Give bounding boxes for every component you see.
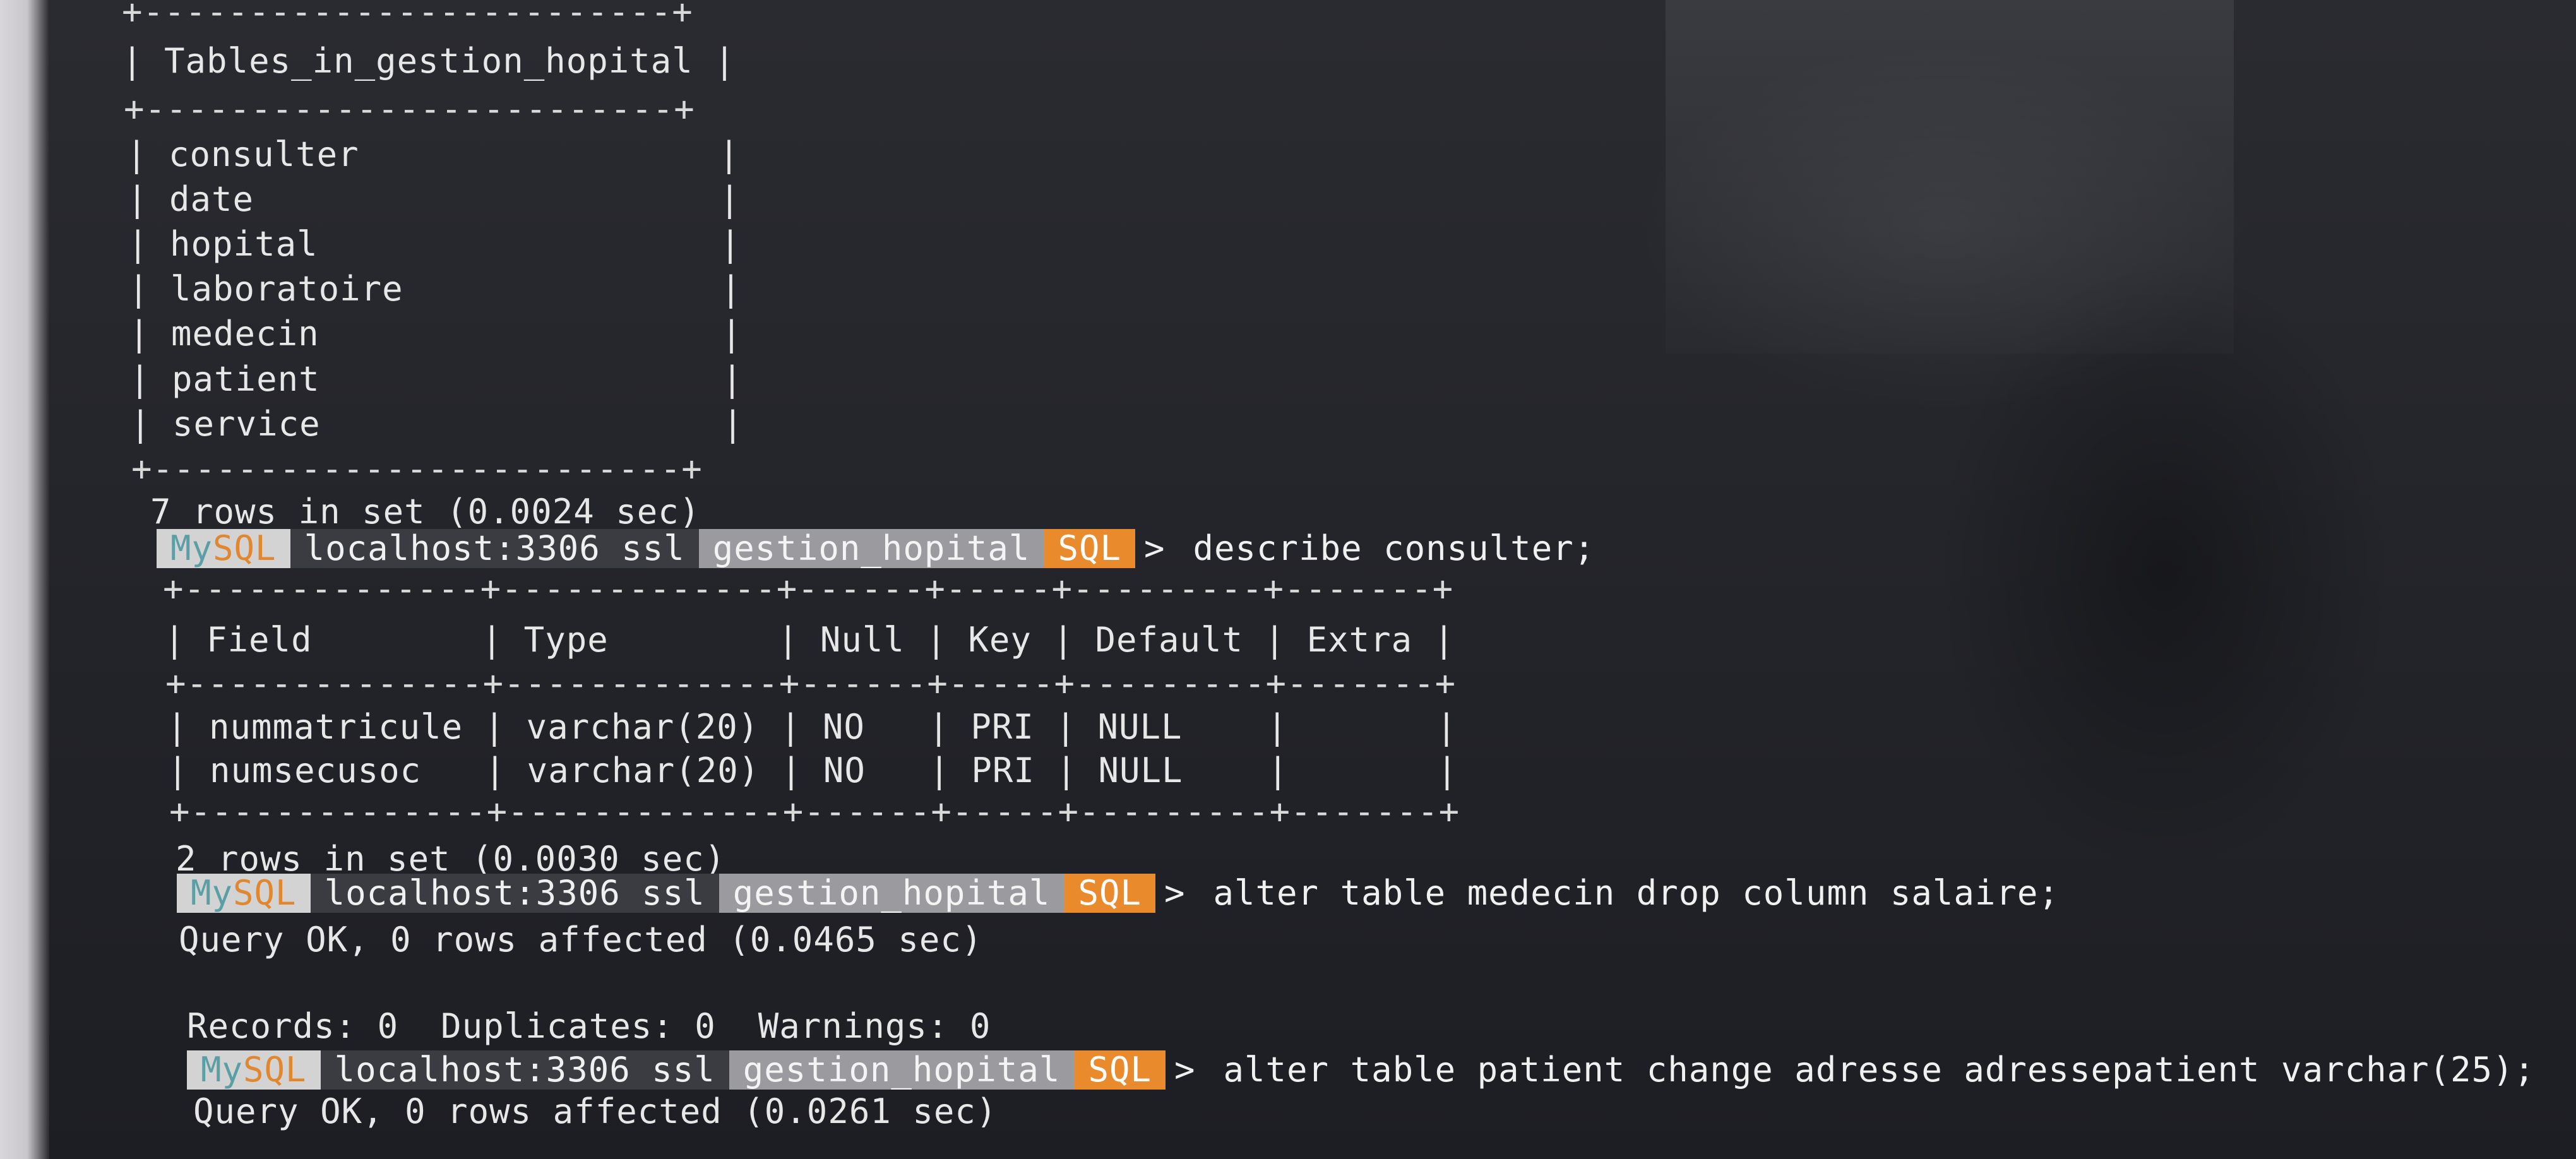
table-row: | patient | <box>129 359 743 399</box>
table-row: | medecin | <box>129 314 742 354</box>
table-row: | hopital | <box>128 224 741 264</box>
photo-of-monitor: +-------------------------+ | Tables_in_… <box>0 0 2576 1159</box>
table-row: | date | <box>127 179 741 219</box>
mysql-prompt-label: MySQL <box>157 529 290 568</box>
describe-border-top: +--------------+-------------+------+---… <box>163 569 1454 609</box>
describe-header: | Field | Type | Null | Key | Default | … <box>164 620 1455 660</box>
prompt-host: localhost:3306 ssl <box>290 529 699 568</box>
monitor-bezel <box>0 0 49 1159</box>
table-row: | nummatricule | varchar(20) | NO | PRI … <box>167 707 1458 747</box>
screen-reflection <box>1666 0 2234 354</box>
prompt-mode: SQL <box>1044 529 1135 568</box>
shell-prompt: MySQL localhost:3306 ssl gestion_hopital… <box>157 529 1609 568</box>
prompt-database: gestion_hopital <box>698 529 1044 568</box>
prompt-mode: SQL <box>1074 1050 1166 1090</box>
tables-header: | Tables_in_gestion_hopital | <box>122 41 736 81</box>
query-records: Records: 0 Duplicates: 0 Warnings: 0 <box>187 1006 991 1046</box>
command-text: alter table medecin drop column salaire; <box>1213 873 2060 913</box>
shell-prompt: MySQL localhost:3306 ssl gestion_hopital… <box>187 1050 2549 1090</box>
prompt-arrow: > <box>1164 873 1186 913</box>
table-row: | consulter | <box>126 134 740 174</box>
table-row: | service | <box>130 404 744 444</box>
rows-summary: 7 rows in set (0.0024 sec) <box>150 492 701 532</box>
query-result: Query OK, 0 rows affected (0.0465 sec) <box>179 920 983 960</box>
command-text: describe consulter; <box>1193 528 1595 568</box>
prompt-mode: SQL <box>1064 874 1155 913</box>
mysql-shell-terminal[interactable]: +-------------------------+ | Tables_in_… <box>49 0 2576 1159</box>
tables-border-top: +-------------------------+ <box>122 0 693 32</box>
mysql-prompt-label: MySQL <box>177 874 311 913</box>
command-text: alter table patient change adresse adres… <box>1223 1050 2536 1090</box>
prompt-host: localhost:3306 ssl <box>310 874 719 913</box>
prompt-host: localhost:3306 ssl <box>320 1050 729 1090</box>
tables-border-mid: +-------------------------+ <box>124 89 695 129</box>
shell-prompt: MySQL localhost:3306 ssl gestion_hopital… <box>177 874 2073 913</box>
prompt-arrow: > <box>1174 1050 1196 1090</box>
describe-border-mid: +--------------+-------------+------+---… <box>165 663 1457 703</box>
prompt-arrow: > <box>1144 528 1166 568</box>
query-result: Query OK, 0 rows affected (0.0261 sec) <box>193 1091 998 1131</box>
table-row: | numsecusoc | varchar(20) | NO | PRI | … <box>167 751 1458 790</box>
prompt-database: gestion_hopital <box>719 874 1064 913</box>
tables-border-bottom: +-------------------------+ <box>131 449 703 489</box>
mysql-prompt-label: MySQL <box>187 1050 321 1090</box>
describe-border-bottom: +--------------+-------------+------+---… <box>169 792 1460 831</box>
table-row: | laboratoire | <box>128 269 742 309</box>
prompt-database: gestion_hopital <box>729 1050 1075 1090</box>
